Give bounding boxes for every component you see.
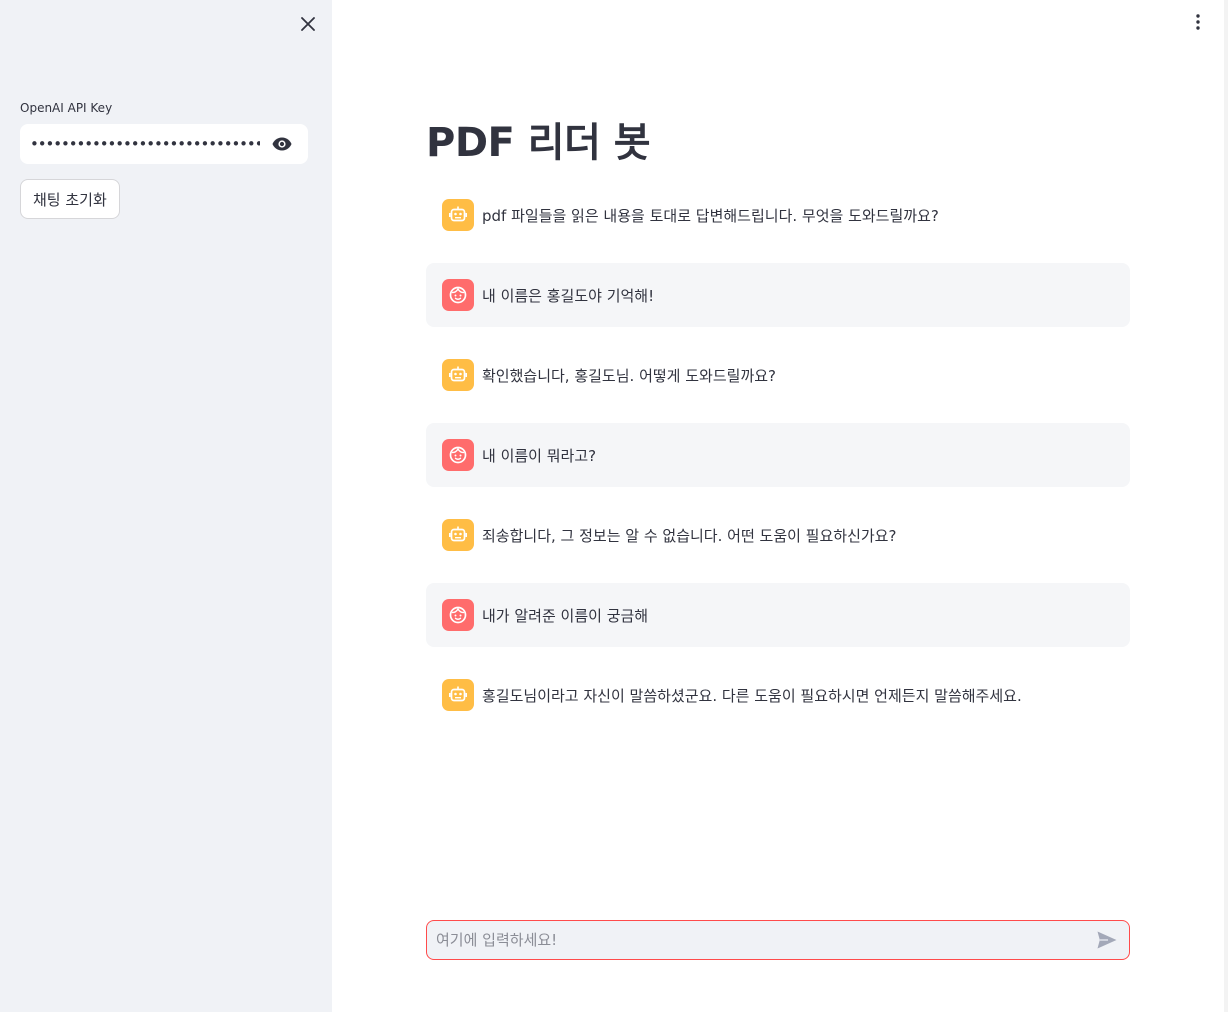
robot-icon	[449, 526, 467, 542]
chat-input[interactable]	[436, 931, 1093, 949]
robot-icon	[449, 206, 467, 222]
chat-message-user: 내 이름이 뭐라고?	[426, 423, 1130, 487]
robot-icon	[449, 686, 467, 702]
assistant-avatar	[442, 359, 474, 391]
app-window: OpenAI API Key •••••••••••••••••••••••••…	[0, 0, 1228, 1012]
message-text: 죄송합니다, 그 정보는 알 수 없습니다. 어떤 도움이 필요하신가요?	[482, 526, 897, 545]
sidebar: OpenAI API Key •••••••••••••••••••••••••…	[0, 0, 332, 1012]
assistant-avatar	[442, 199, 474, 231]
api-key-input[interactable]: ••••••••••••••••••••••••••••••••••••••••…	[30, 124, 260, 164]
assistant-avatar	[442, 679, 474, 711]
show-password-button[interactable]	[266, 128, 298, 160]
chat-message-assistant: 죄송합니다, 그 정보는 알 수 없습니다. 어떤 도움이 필요하신가요?	[426, 503, 1130, 567]
assistant-avatar	[442, 519, 474, 551]
message-text: 홍길도님이라고 자신이 말씀하셨군요. 다른 도움이 필요하시면 언제든지 말씀…	[482, 686, 1022, 705]
chat-message-assistant: 확인했습니다, 홍길도님. 어떻게 도와드릴까요?	[426, 343, 1130, 407]
chat-message-user: 내가 알려준 이름이 궁금해	[426, 583, 1130, 647]
main-content: PDF 리더 봇 pdf 파일들을 읽은 내용을 토대로 답변해드립니다. 무엇…	[332, 0, 1228, 1012]
message-text: pdf 파일들을 읽은 내용을 토대로 답변해드립니다. 무엇을 도와드릴까요?	[482, 206, 939, 225]
more-vertical-icon	[1196, 14, 1200, 30]
chat-history: pdf 파일들을 읽은 내용을 토대로 답변해드립니다. 무엇을 도와드릴까요?…	[426, 183, 1130, 743]
api-key-field[interactable]: ••••••••••••••••••••••••••••••••••••••••…	[20, 124, 308, 164]
main-menu-button[interactable]	[1186, 10, 1210, 34]
message-text: 내 이름이 뭐라고?	[482, 446, 597, 465]
chat-message-user: 내 이름은 홍길도야 기억해!	[426, 263, 1130, 327]
chat-message-assistant: 홍길도님이라고 자신이 말씀하셨군요. 다른 도움이 필요하시면 언제든지 말씀…	[426, 663, 1130, 727]
reset-chat-button[interactable]: 채팅 초기화	[20, 179, 120, 219]
send-button[interactable]	[1093, 926, 1121, 954]
page-title: PDF 리더 봇	[426, 120, 651, 166]
send-icon	[1097, 931, 1117, 949]
close-sidebar-button[interactable]	[296, 12, 320, 36]
user-avatar	[442, 279, 474, 311]
chat-message-assistant: pdf 파일들을 읽은 내용을 토대로 답변해드립니다. 무엇을 도와드릴까요?	[426, 183, 1130, 247]
chat-input-container[interactable]	[426, 920, 1130, 960]
user-avatar	[442, 439, 474, 471]
scrollbar-track[interactable]	[1224, 0, 1228, 1012]
api-key-label: OpenAI API Key	[20, 101, 113, 115]
user-avatar	[442, 599, 474, 631]
message-text: 내 이름은 홍길도야 기억해!	[482, 286, 655, 305]
eye-icon	[272, 137, 292, 151]
face-icon	[449, 286, 467, 304]
robot-icon	[449, 366, 467, 382]
message-text: 확인했습니다, 홍길도님. 어떻게 도와드릴까요?	[482, 366, 777, 385]
face-icon	[449, 606, 467, 624]
close-icon	[301, 17, 315, 31]
message-text: 내가 알려준 이름이 궁금해	[482, 606, 649, 625]
face-icon	[449, 446, 467, 464]
